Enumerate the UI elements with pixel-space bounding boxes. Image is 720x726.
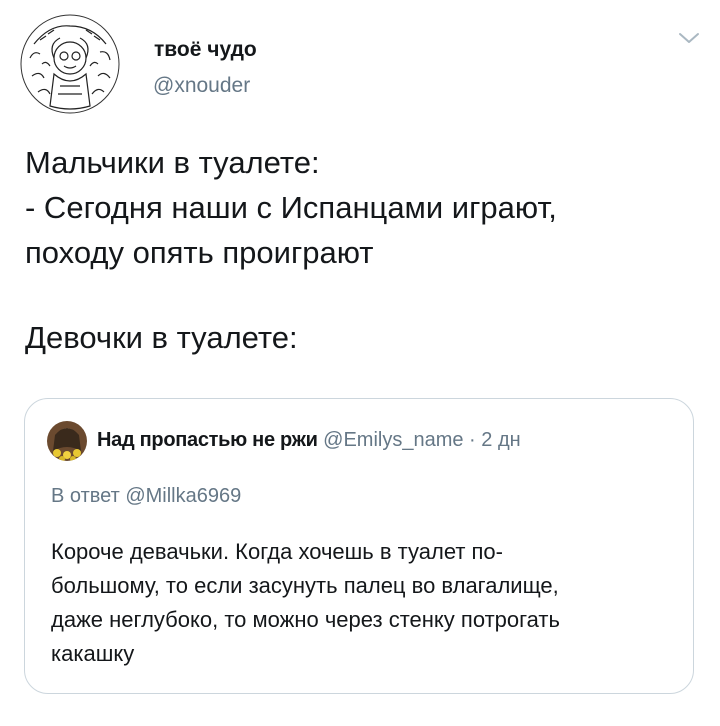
author-display-name[interactable]: твоё чудо bbox=[154, 38, 257, 62]
author-avatar[interactable] bbox=[20, 14, 120, 114]
quoted-handle: @Emilys_name bbox=[323, 429, 464, 451]
quoted-body-line: Короче девачьки. Когда хочешь в туалет п… bbox=[51, 539, 503, 564]
reply-context: В ответ @Millka6969 bbox=[51, 485, 241, 508]
tweet-line: - Сегодня наши с Испанцами играют, bbox=[25, 190, 557, 225]
quoted-tweet-body: Короче девачьки. Когда хочешь в туалет п… bbox=[51, 535, 671, 671]
quoted-body-line: большому, то если засунуть палец во влаг… bbox=[51, 573, 559, 598]
tweet-line: Мальчики в туалете: bbox=[25, 145, 320, 180]
quoted-display-name: Над пропастью не ржи bbox=[97, 429, 318, 451]
quoted-body-line: какашку bbox=[51, 641, 135, 666]
quoted-tweet-card[interactable]: Над пропастью не ржи @Emilys_name · 2 дн… bbox=[24, 398, 694, 694]
tweet-text: Мальчики в туалете: - Сегодня наши с Исп… bbox=[25, 140, 705, 360]
sketch-avatar-icon bbox=[20, 14, 120, 114]
quoted-tweet-header: Над пропастью не ржи @Emilys_name · 2 дн bbox=[97, 429, 521, 452]
chevron-down-icon[interactable] bbox=[678, 30, 700, 46]
reply-mention-link[interactable]: @Millka6969 bbox=[125, 485, 241, 507]
reply-prefix: В ответ bbox=[51, 485, 120, 507]
quoted-timestamp: 2 дн bbox=[481, 429, 521, 451]
tweet-line: походу опять проиграют bbox=[25, 235, 374, 270]
separator-dot: · bbox=[469, 429, 476, 451]
quoted-body-line: даже неглубоко, то можно через стенку по… bbox=[51, 607, 560, 632]
quoted-author-avatar bbox=[47, 421, 87, 461]
tweet-header: твоё чудо @xnouder bbox=[20, 14, 700, 114]
tweet-line: Девочки в туалете: bbox=[25, 320, 298, 355]
author-handle[interactable]: @xnouder bbox=[153, 74, 250, 98]
